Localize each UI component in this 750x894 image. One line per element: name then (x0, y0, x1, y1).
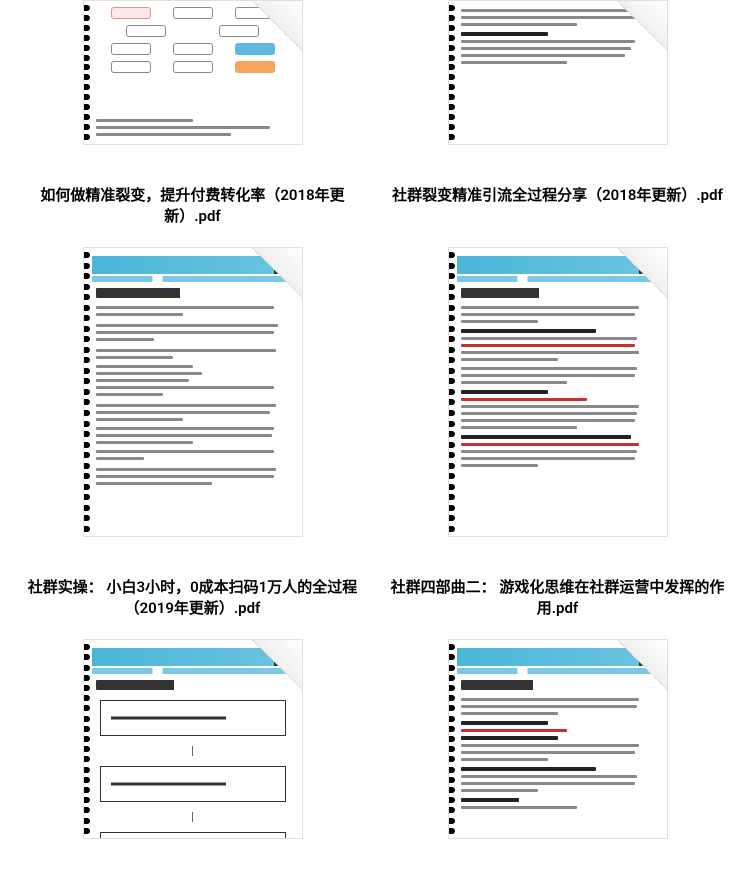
page-curl-icon (252, 1, 302, 51)
file-item[interactable]: 黑市 (10, 247, 375, 619)
thumbnail (448, 0, 668, 145)
doc-text-preview (449, 302, 667, 475)
file-title: 如何做精准裂变，提升付费转化率（2018年更新）.pdf (20, 185, 365, 227)
file-title: 社群裂变精准引流全过程分享（2018年更新）.pdf (388, 185, 727, 206)
file-item[interactable]: 黑市 (375, 639, 740, 839)
page-preview: 黑市 (448, 247, 668, 537)
doc-title-line (96, 288, 236, 298)
thumbnail: 黑市 (83, 639, 303, 839)
file-item[interactable]: 社群裂变精准引流全过程分享（2018年更新）.pdf (375, 0, 740, 227)
page-curl-icon (617, 640, 667, 690)
page-curl-icon (617, 248, 667, 298)
doc-footer-text (84, 119, 302, 140)
spiral-binding-icon (448, 640, 457, 838)
doc-text-preview (84, 302, 302, 493)
page-preview: 黑市 (83, 639, 303, 839)
thumbnail: 黑市 (83, 247, 303, 537)
file-item[interactable]: 黑市 (375, 247, 740, 619)
doc-title-line (461, 680, 581, 690)
spiral-binding-icon (448, 1, 457, 144)
thumbnail: 黑市 (448, 639, 668, 839)
large-flowchart-preview (84, 700, 302, 839)
page-preview (83, 0, 303, 145)
thumbnail: 黑市 (448, 247, 668, 537)
page-preview (448, 0, 668, 145)
thumbnail (83, 0, 303, 145)
spiral-binding-icon (83, 640, 92, 838)
page-curl-icon (252, 640, 302, 690)
spiral-binding-icon (83, 248, 92, 536)
page-curl-icon (252, 248, 302, 298)
file-item[interactable]: 如何做精准裂变，提升付费转化率（2018年更新）.pdf (10, 0, 375, 227)
page-preview: 黑市 (448, 639, 668, 839)
spiral-binding-icon (448, 248, 457, 536)
file-item[interactable]: 黑市 (10, 639, 375, 839)
file-grid: 如何做精准裂变，提升付费转化率（2018年更新）.pdf (0, 0, 750, 839)
page-curl-icon (617, 1, 667, 51)
doc-text-preview (449, 694, 667, 817)
doc-title-line (461, 288, 591, 298)
file-title: 社群实操： 小白3小时，0成本扫码1万人的全过程（2019年更新）.pdf (20, 577, 365, 619)
doc-title-line (96, 680, 226, 690)
page-preview: 黑市 (83, 247, 303, 537)
file-title: 社群四部曲二： 游戏化思维在社群运营中发挥的作用.pdf (385, 577, 730, 619)
